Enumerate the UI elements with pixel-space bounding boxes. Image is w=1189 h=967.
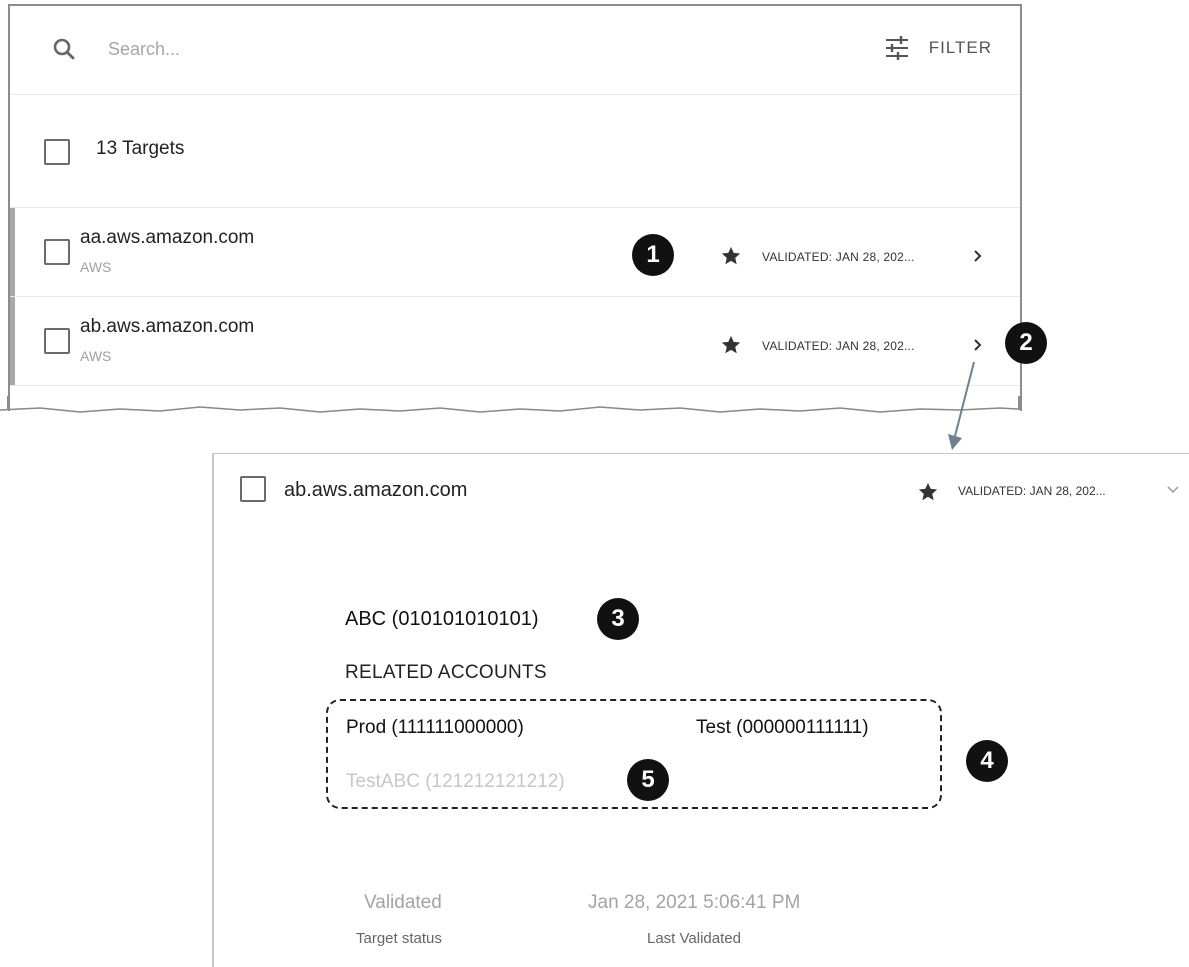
select-all-checkbox[interactable] bbox=[44, 139, 70, 165]
search-bar: FILTER bbox=[10, 6, 1020, 95]
callout-1: 1 bbox=[632, 234, 674, 276]
sliders-icon bbox=[885, 36, 908, 60]
row-checkbox[interactable] bbox=[44, 239, 70, 265]
target-status-label: Target status bbox=[356, 930, 442, 947]
filter-label: FILTER bbox=[928, 38, 992, 57]
row-checkbox[interactable] bbox=[44, 328, 70, 354]
list-header: 13 Targets bbox=[10, 95, 1020, 208]
targets-list-panel: FILTER 13 Targets aa.aws.amazon.com AWS … bbox=[8, 4, 1022, 411]
related-accounts-heading: RELATED ACCOUNTS bbox=[345, 662, 547, 683]
detail-target-name: ab.aws.amazon.com bbox=[284, 479, 468, 501]
target-type: AWS bbox=[80, 259, 112, 275]
star-icon[interactable] bbox=[917, 481, 939, 503]
targets-count: 13 Targets bbox=[96, 138, 185, 159]
callout-2: 2 bbox=[1005, 322, 1047, 364]
row-accent-bar bbox=[10, 297, 15, 385]
star-icon[interactable] bbox=[720, 334, 742, 356]
row-accent-bar bbox=[10, 208, 15, 296]
target-detail-panel: ab.aws.amazon.com VALIDATED: JAN 28, 202… bbox=[212, 453, 1189, 967]
detail-checkbox[interactable] bbox=[240, 476, 266, 502]
last-validated-label: Last Validated bbox=[647, 930, 741, 947]
target-status-value: Validated bbox=[364, 892, 442, 913]
validation-status: VALIDATED: JAN 28, 202... bbox=[762, 339, 915, 353]
chevron-right-icon[interactable] bbox=[970, 249, 984, 263]
last-validated-value: Jan 28, 2021 5:06:41 PM bbox=[588, 892, 801, 913]
callout-4: 4 bbox=[966, 740, 1008, 782]
table-row[interactable]: aa.aws.amazon.com AWS VALIDATED: JAN 28,… bbox=[10, 208, 1020, 297]
chevron-right-icon[interactable] bbox=[970, 338, 984, 352]
table-row[interactable]: ab.aws.amazon.com AWS VALIDATED: JAN 28,… bbox=[10, 297, 1020, 386]
star-icon[interactable] bbox=[720, 245, 742, 267]
search-icon bbox=[53, 38, 75, 60]
related-account-disabled: TestABC (121212121212) bbox=[346, 771, 565, 792]
torn-edge bbox=[0, 396, 1020, 413]
connector-arrow bbox=[948, 361, 975, 450]
callout-3: 3 bbox=[597, 598, 639, 640]
validation-status: VALIDATED: JAN 28, 202... bbox=[958, 484, 1106, 498]
chevron-down-icon[interactable] bbox=[1166, 484, 1180, 496]
related-account: Prod (111111000000) bbox=[346, 717, 524, 738]
validation-status: VALIDATED: JAN 28, 202... bbox=[762, 250, 915, 264]
target-type: AWS bbox=[80, 348, 112, 364]
search-input[interactable] bbox=[106, 32, 710, 66]
primary-account: ABC (010101010101) bbox=[345, 608, 539, 630]
callout-5: 5 bbox=[627, 759, 669, 801]
target-name: ab.aws.amazon.com bbox=[80, 316, 255, 337]
target-name: aa.aws.amazon.com bbox=[80, 227, 255, 248]
filter-button[interactable]: FILTER bbox=[883, 30, 992, 66]
related-account: Test (000000111111) bbox=[696, 717, 869, 738]
